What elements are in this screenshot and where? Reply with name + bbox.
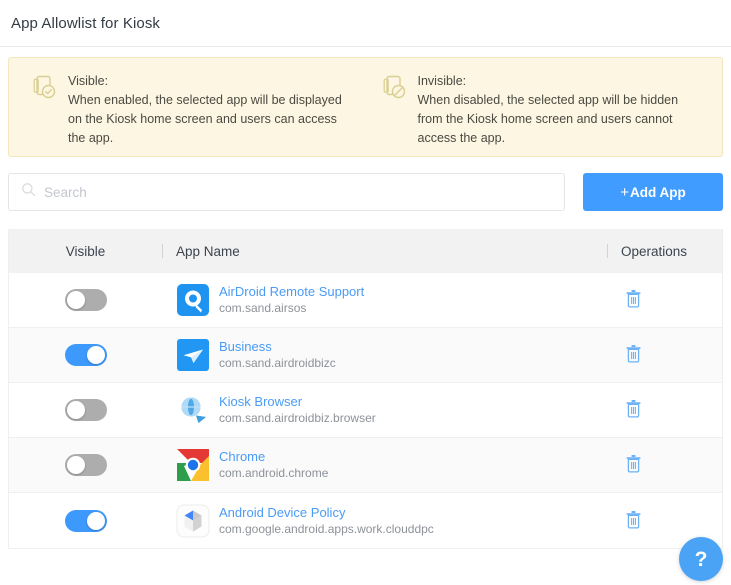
app-package: com.sand.airdroidbiz.browser: [219, 411, 376, 425]
app-package: com.google.android.apps.work.clouddpc: [219, 521, 434, 536]
trash-icon: [625, 399, 642, 421]
tablet-check-icon: [31, 74, 57, 156]
trash-icon: [625, 344, 642, 366]
table-body: AirDroid Remote Support com.sand.airsos Bu…: [9, 273, 722, 548]
app-meta: AirDroid Remote Support com.sand.airsos: [219, 283, 364, 317]
toggle-knob: [66, 401, 85, 419]
app-cell: AirDroid Remote Support com.sand.airsos: [162, 283, 607, 317]
trash-icon: [625, 510, 642, 532]
table-row: Kiosk Browser com.sand.airdroidbiz.browse…: [9, 383, 722, 438]
app-allowlist-table: Visible App Name Operations AirDroid Rem…: [8, 229, 723, 549]
delete-app-button[interactable]: [621, 454, 646, 476]
app-allowlist-page: App Allowlist for Kiosk Visible: When en…: [0, 0, 731, 585]
column-header-app-name: App Name: [162, 244, 607, 259]
search-box[interactable]: [8, 173, 565, 211]
toolbar: +Add App: [8, 173, 723, 211]
toggle-knob: [66, 291, 85, 309]
app-cell: Business com.sand.airdroidbizc: [162, 338, 607, 372]
info-banner: Visible: When enabled, the selected app …: [8, 57, 723, 157]
android-device-policy-icon: [176, 504, 210, 538]
app-package: com.android.chrome: [219, 466, 329, 480]
plus-icon: +: [620, 183, 630, 201]
delete-app-button[interactable]: [621, 344, 646, 366]
trash-icon: [625, 454, 642, 476]
table-header-row: Visible App Name Operations: [9, 229, 722, 273]
table-row: AirDroid Remote Support com.sand.airsos: [9, 273, 722, 328]
search-icon: [21, 182, 36, 202]
notice-visible: Visible: When enabled, the selected app …: [9, 72, 373, 156]
page-header: App Allowlist for Kiosk: [0, 0, 731, 47]
column-header-operations: Operations: [607, 244, 722, 259]
visible-cell: [9, 399, 162, 421]
visible-toggle[interactable]: [64, 454, 107, 476]
app-meta: Android Device Policy com.google.android.…: [219, 504, 434, 538]
app-name[interactable]: Android Device Policy: [219, 504, 434, 521]
delete-app-button[interactable]: [621, 399, 646, 421]
app-name[interactable]: AirDroid Remote Support: [219, 283, 364, 300]
visible-cell: [9, 289, 162, 311]
chrome-icon: [176, 448, 210, 482]
delete-app-button[interactable]: [621, 289, 646, 311]
visible-toggle[interactable]: [64, 344, 107, 366]
toggle-knob: [66, 456, 85, 474]
help-button[interactable]: ?: [679, 537, 723, 581]
app-cell: Kiosk Browser com.sand.airdroidbiz.browse…: [162, 393, 607, 427]
app-name[interactable]: Kiosk Browser: [219, 393, 376, 410]
app-cell: Chrome com.android.chrome: [162, 448, 607, 482]
toggle-knob: [86, 511, 105, 530]
operations-cell: [607, 510, 722, 532]
notice-invisible: Invisible: When disabled, the selected a…: [373, 72, 723, 156]
app-package: com.sand.airsos: [219, 301, 307, 315]
app-meta: Business com.sand.airdroidbizc: [219, 338, 336, 372]
app-cell: Android Device Policy com.google.android.…: [162, 504, 607, 538]
operations-cell: [607, 454, 722, 476]
business-icon: [176, 338, 210, 372]
table-row: Android Device Policy com.google.android.…: [9, 493, 722, 548]
kiosk-browser-icon: [176, 393, 210, 427]
visible-cell: [9, 454, 162, 476]
notice-visible-body: When enabled, the selected app will be d…: [68, 93, 342, 145]
delete-app-button[interactable]: [621, 510, 646, 532]
visible-cell: [9, 344, 162, 366]
page-title: App Allowlist for Kiosk: [11, 14, 161, 32]
tablet-blocked-icon: [381, 74, 407, 156]
app-meta: Kiosk Browser com.sand.airdroidbiz.browse…: [219, 393, 376, 427]
visible-toggle[interactable]: [64, 399, 107, 421]
notice-visible-text: Visible: When enabled, the selected app …: [68, 72, 343, 156]
table-row: Business com.sand.airdroidbizc: [9, 328, 722, 383]
column-header-visible: Visible: [65, 243, 106, 259]
help-question-icon: ?: [694, 547, 708, 571]
operations-cell: [607, 344, 722, 366]
visible-cell: [9, 509, 162, 532]
add-app-button[interactable]: + Add App: [583, 173, 723, 211]
operations-cell: [607, 289, 722, 311]
trash-icon: [625, 289, 642, 311]
add-app-label: Add App: [630, 184, 686, 200]
airdroid-remote-support-icon: [176, 283, 210, 317]
app-meta: Chrome com.android.chrome: [219, 448, 328, 482]
notice-invisible-body: When disabled, the selected app will be …: [417, 93, 679, 145]
notice-visible-lead: Visible:: [68, 74, 109, 88]
visible-toggle[interactable]: [64, 289, 107, 311]
app-name[interactable]: Chrome: [219, 448, 328, 465]
operations-cell: [607, 399, 722, 421]
notice-invisible-text: Invisible: When disabled, the selected a…: [418, 72, 693, 156]
table-row: Chrome com.android.chrome: [9, 438, 722, 493]
app-name[interactable]: Business: [219, 338, 336, 355]
toggle-knob: [86, 346, 105, 364]
app-package: com.sand.airdroidbizc: [219, 356, 336, 370]
visible-toggle[interactable]: [64, 509, 107, 532]
notice-invisible-lead: Invisible:: [417, 74, 467, 88]
search-input[interactable]: [44, 184, 564, 200]
